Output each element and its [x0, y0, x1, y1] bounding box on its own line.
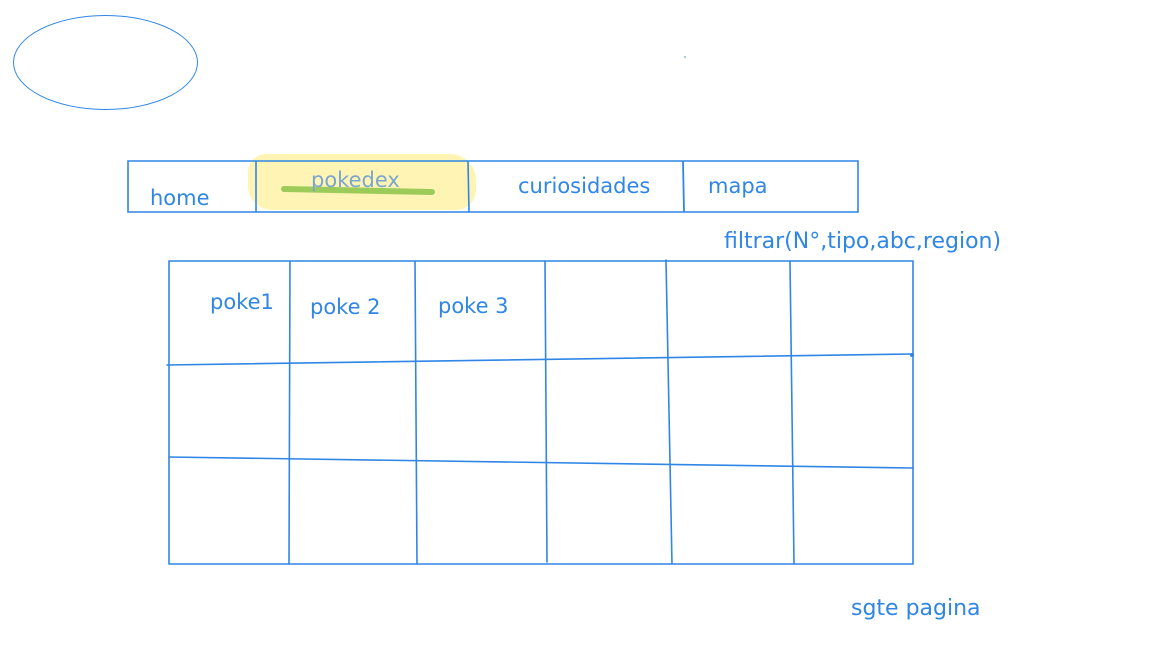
- nav-item-curiosidades[interactable]: curiosidades: [468, 160, 684, 213]
- main-nav: home pokedex curiosidades mapa: [127, 160, 859, 213]
- nav-item-home[interactable]: home: [127, 160, 256, 213]
- nav-item-pokedex[interactable]: pokedex: [256, 160, 468, 213]
- pokemon-grid: [166, 258, 918, 568]
- nav-item-curiosidades-label: curiosidades: [518, 174, 651, 198]
- nav-item-mapa[interactable]: mapa: [684, 160, 859, 213]
- logo-placeholder[interactable]: [13, 15, 198, 110]
- stray-dot: [684, 56, 686, 58]
- grid-cell-poke-2[interactable]: poke 2: [310, 297, 381, 318]
- grid-cell-poke-1[interactable]: poke1: [210, 292, 274, 313]
- grid-cell-poke-3[interactable]: poke 3: [438, 296, 509, 317]
- nav-item-pokedex-label: pokedex: [311, 168, 400, 192]
- filter-control[interactable]: filtrar(N°,tipo,abc,region): [724, 231, 1001, 253]
- pokemon-grid-lines: [166, 259, 914, 565]
- next-page-link[interactable]: sgte pagina: [851, 598, 981, 620]
- nav-item-home-label: home: [150, 186, 210, 210]
- nav-item-mapa-label: mapa: [708, 174, 768, 198]
